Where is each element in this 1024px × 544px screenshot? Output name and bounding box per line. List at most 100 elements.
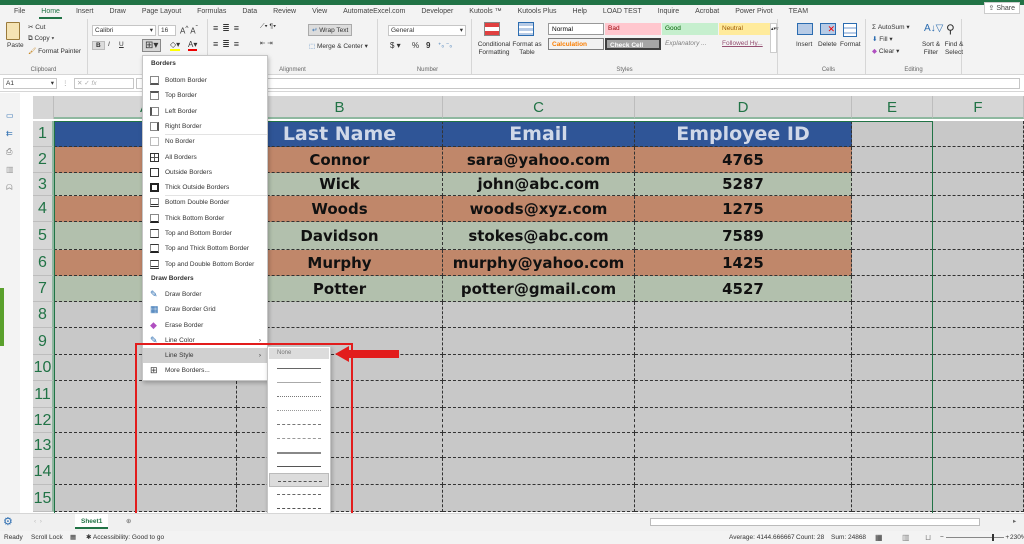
italic-button[interactable]: I — [108, 41, 110, 48]
menu-item-thick-bottom-border[interactable]: Thick Bottom Border — [143, 211, 267, 226]
row-header-13[interactable]: 13 — [33, 433, 54, 458]
accessibility-status[interactable]: ✱ Accessibility: Good to go — [86, 531, 164, 544]
cell-e5[interactable] — [852, 222, 933, 250]
sheet-tab-sheet1[interactable]: Sheet1 — [75, 514, 109, 529]
insert-cells-button[interactable]: Insert — [796, 41, 812, 48]
columns-icon[interactable]: ▥ — [6, 165, 14, 174]
cell-e10[interactable] — [852, 355, 933, 381]
paste-button[interactable] — [6, 22, 20, 40]
row-header-1[interactable]: 1 — [33, 121, 54, 147]
row-header-15[interactable]: 15 — [33, 485, 54, 512]
clear-button[interactable]: ◆ Clear ▾ — [872, 47, 899, 55]
borders-button[interactable]: ⊞▾ — [142, 39, 162, 52]
cell-c6[interactable]: murphy@yahoo.com — [443, 250, 635, 276]
cell-d15[interactable] — [635, 485, 852, 512]
tab-page-layout[interactable]: Page Layout — [134, 5, 189, 19]
merge-center-button[interactable]: ⬚ Merge & Center ▾ — [309, 42, 368, 50]
menu-item-top-and-thick-bottom-border[interactable]: Top and Thick Bottom Border — [143, 241, 267, 256]
row-header-6[interactable]: 6 — [33, 250, 54, 276]
cell-e14[interactable] — [852, 458, 933, 485]
cell-c2[interactable]: sara@yahoo.com — [443, 147, 635, 173]
tab-home[interactable]: Home — [33, 5, 68, 19]
tab-file[interactable]: File — [6, 5, 33, 19]
sheet-nav-buttons[interactable]: ‹ › — [34, 518, 42, 525]
cell-c10[interactable] — [443, 355, 635, 381]
cell-e3[interactable] — [852, 173, 933, 196]
tab-power-pivot[interactable]: Power Pivot — [727, 5, 780, 19]
cell-d12[interactable] — [635, 408, 852, 433]
percent-button[interactable]: % — [412, 41, 419, 50]
row-header-11[interactable]: 11 — [33, 381, 54, 408]
styles-scroll[interactable]: ▴▾▿ — [770, 23, 779, 53]
cell-f10[interactable] — [933, 355, 1024, 381]
cell-e11[interactable] — [852, 381, 933, 408]
cell-c15[interactable] — [443, 485, 635, 512]
font-size-select[interactable]: 16 — [158, 25, 176, 36]
sort-filter-button[interactable]: Sort & Filter — [920, 41, 942, 57]
tab-review[interactable]: Review — [265, 5, 304, 19]
row-header-7[interactable]: 7 — [33, 276, 54, 302]
name-box[interactable]: A1 ▾ — [3, 78, 57, 89]
column-header-d[interactable]: D — [635, 96, 852, 119]
cell-style-neutral[interactable]: Neutral — [719, 23, 775, 35]
cut-button[interactable]: ✂ Cut — [28, 23, 45, 31]
normal-view-icon[interactable]: ▦ — [875, 531, 883, 544]
cell-d13[interactable] — [635, 433, 852, 458]
menu-item-bottom-border[interactable]: Bottom Border — [143, 73, 267, 88]
share-button[interactable]: ⇪ Share — [983, 2, 1020, 14]
cell-d4[interactable]: 1275 — [635, 196, 852, 222]
cell-style-followed-hy-[interactable]: Followed Hy... — [719, 38, 775, 50]
cell-d10[interactable] — [635, 355, 852, 381]
cell-f13[interactable] — [933, 433, 1024, 458]
column-header-c[interactable]: C — [443, 96, 635, 119]
tab-developer[interactable]: Developer — [413, 5, 461, 19]
column-header-f[interactable]: F — [933, 96, 1024, 119]
print-icon[interactable]: ⎙ — [6, 147, 12, 157]
fill-button[interactable]: ⬇ Fill ▾ — [872, 35, 893, 43]
cell-style-calculation[interactable]: Calculation — [548, 38, 604, 50]
settings-gear-icon[interactable]: ⚙ — [3, 515, 13, 528]
cell-f12[interactable] — [933, 408, 1024, 433]
row-header-5[interactable]: 5 — [33, 222, 54, 250]
cell-c12[interactable] — [443, 408, 635, 433]
cell-f11[interactable] — [933, 381, 1024, 408]
cell-e12[interactable] — [852, 408, 933, 433]
format-as-table-button[interactable]: Format as Table — [512, 41, 542, 57]
orientation-button[interactable]: ⟋▾ ¶▾ — [260, 23, 276, 31]
tab-load-test[interactable]: LOAD TEST — [595, 5, 650, 19]
binoculars-icon[interactable]: ᗣ — [6, 183, 13, 193]
vertical-align-buttons[interactable]: ≡≣≡ — [213, 23, 243, 34]
cell-d11[interactable] — [635, 381, 852, 408]
fill-color-button[interactable]: ◇▾ — [170, 40, 181, 51]
menu-item-draw-border[interactable]: ✎ Draw Border — [143, 287, 267, 302]
cell-c11[interactable] — [443, 381, 635, 408]
cell-style-check-cell[interactable]: Check Cell — [605, 38, 661, 50]
side-handle[interactable] — [0, 288, 4, 346]
tab-view[interactable]: View — [304, 5, 335, 19]
cell-c1[interactable]: Email — [443, 121, 635, 147]
copy-button[interactable]: ⧉ Copy ▾ — [28, 35, 54, 43]
cell-style-good[interactable]: Good — [662, 23, 718, 35]
menu-item-no-border[interactable]: No Border — [143, 134, 267, 149]
paste-label[interactable]: Paste — [7, 42, 24, 49]
cell-d3[interactable]: 5287 — [635, 173, 852, 196]
cell-f6[interactable] — [933, 250, 1024, 276]
cell-f4[interactable] — [933, 196, 1024, 222]
menu-item-thick-outside-borders[interactable]: Thick Outside Borders — [143, 180, 267, 195]
zoom-slider[interactable]: − + — [940, 531, 1009, 544]
menu-item-top-border[interactable]: Top Border — [143, 88, 267, 103]
currency-button[interactable]: $ ▾ — [390, 41, 401, 50]
zoom-level[interactable]: 230% — [1010, 531, 1024, 544]
cell-e6[interactable] — [852, 250, 933, 276]
menu-item-erase-border[interactable]: ◆ Erase Border — [143, 318, 267, 333]
add-sheet-icon[interactable]: ⊕ — [126, 517, 131, 525]
row-header-2[interactable]: 2 — [33, 147, 54, 173]
menu-item-draw-border-grid[interactable]: ▦ Draw Border Grid — [143, 302, 267, 317]
row-header-9[interactable]: 9 — [33, 328, 54, 355]
tab-kutools-[interactable]: Kutools ™ — [461, 5, 509, 19]
tab-automateexcel-com[interactable]: AutomateExcel.com — [335, 5, 413, 19]
cell-f5[interactable] — [933, 222, 1024, 250]
menu-item-all-borders[interactable]: All Borders — [143, 150, 267, 165]
row-header-4[interactable]: 4 — [33, 196, 54, 222]
horizontal-scrollbar[interactable] — [650, 518, 980, 526]
